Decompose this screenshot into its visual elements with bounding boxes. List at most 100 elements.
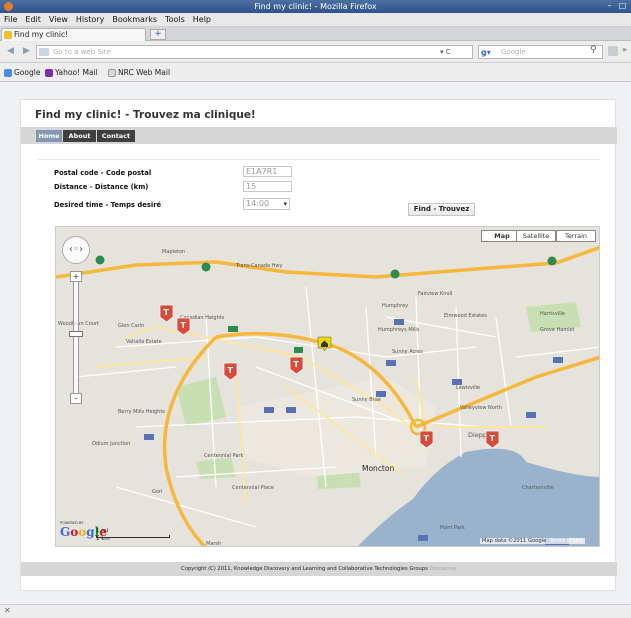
map-label-grove-hamlet: Grove Hamlet — [540, 327, 575, 333]
pan-control[interactable]: ‹◦› — [62, 236, 90, 264]
map-label-point-park: Point Park — [440, 525, 465, 531]
bookmark-google[interactable]: Google — [4, 67, 40, 78]
map-widget[interactable]: Mapleton Trans-Canada Hwy Fairview Knoll… — [55, 226, 600, 547]
new-tab-button[interactable]: + — [150, 29, 166, 40]
yahoo-bookmark-icon — [45, 69, 53, 77]
svg-text:T: T — [424, 434, 430, 443]
desired-time-select[interactable]: 14:00 ▾ — [243, 198, 290, 210]
map-label-vahalla: Vahalla Estate — [126, 339, 162, 345]
google-search-icon[interactable]: g▾ — [481, 47, 491, 59]
pan-arrows-icon[interactable]: ‹◦› — [69, 244, 83, 255]
menu-view[interactable]: View — [45, 13, 72, 27]
map-type-terrain-button[interactable]: Terrain — [556, 230, 596, 242]
clinic-marker: T — [485, 430, 500, 449]
bookmark-yahoo-mail[interactable]: Yahoo! Mail — [45, 67, 98, 78]
bookmark-label: NRC Web Mail — [118, 68, 171, 77]
menu-bookmarks[interactable]: Bookmarks — [108, 13, 161, 27]
search-placeholder: Google — [501, 48, 526, 56]
overflow-chevron-icon[interactable]: » — [622, 45, 627, 54]
svg-text:T: T — [164, 308, 170, 317]
map-label-odium: Odium Junction — [92, 441, 130, 447]
desired-time-label: Desired time - Temps desiré — [54, 201, 162, 209]
map-type-satellite-button[interactable]: Satellite — [516, 230, 556, 242]
map-label-valleyview: Valleyview North — [460, 405, 502, 411]
map-label-sunny-acres: Sunny Acres — [392, 349, 423, 355]
reload-icon[interactable]: ▾ C — [440, 45, 451, 59]
google-bookmark-icon — [4, 69, 12, 77]
bookmark-label: Google — [14, 68, 41, 77]
page-viewport: Find my clinic! - Trouvez ma clinique! H… — [0, 82, 631, 604]
scale-miles: 1 mi — [96, 528, 109, 534]
search-form: Postal code - Code postal E1A7R1 Distanc… — [38, 159, 600, 216]
page-bookmark-icon — [108, 69, 116, 77]
distance-label: Distance - Distance (km) — [54, 183, 149, 191]
zoom-slider-thumb[interactable] — [69, 331, 83, 337]
distance-input[interactable]: 15 — [243, 181, 292, 192]
menu-help[interactable]: Help — [189, 13, 215, 27]
map-label-mapleton: Mapleton — [162, 249, 185, 255]
dropdown-arrow-icon: ▾ — [283, 200, 287, 208]
forward-arrow-icon[interactable]: ▶ — [20, 45, 33, 58]
site-identity-icon[interactable] — [39, 48, 49, 56]
bookmark-label: Yahoo! Mail — [55, 68, 98, 77]
maximize-icon[interactable]: □ — [617, 1, 628, 11]
back-arrow-icon[interactable]: ◀ — [4, 45, 17, 58]
tab-label: Find my clinic! — [14, 30, 69, 39]
nav-contact-button[interactable]: Contact — [97, 130, 135, 142]
home-icon[interactable] — [608, 46, 618, 56]
menu-tools[interactable]: Tools — [161, 13, 189, 27]
terms-of-use-link[interactable]: Terms of Use — [548, 538, 583, 544]
map-label-humphrey: Humphrey — [382, 303, 408, 309]
svg-text:T: T — [490, 434, 496, 443]
desired-time-value: 14:00 — [246, 199, 270, 208]
clinic-marker: T — [223, 362, 238, 381]
url-placeholder: Go to a web Site — [53, 48, 111, 56]
scale-bar — [96, 535, 170, 538]
firefox-icon — [4, 2, 13, 11]
map-label-harrisville: Harrisville — [540, 311, 565, 317]
url-bar[interactable]: Go to a web Site — [36, 45, 473, 59]
minimize-icon[interactable]: – — [604, 1, 615, 11]
window-titlebar: Find my clinic! - Mozilla Firefox – □ — [0, 0, 631, 13]
map-label-centennial-park: Centennial Park — [204, 453, 243, 459]
menu-edit[interactable]: Edit — [21, 13, 45, 27]
map-label-marsh: Marsh — [206, 541, 221, 547]
window-title: Find my clinic! - Mozilla Firefox — [254, 2, 377, 11]
page-title: Find my clinic! - Trouvez ma clinique! — [35, 109, 256, 121]
status-bar: ✕ — [0, 604, 631, 618]
map-label-berry-mills: Berry Mills Heights — [118, 409, 165, 415]
zoom-in-button[interactable]: + — [70, 271, 82, 282]
map-label-trans-canada: Trans-Canada Hwy — [235, 263, 282, 269]
map-label-sunny-brae: Sunny Brae — [352, 397, 381, 403]
tab-find-my-clinic[interactable]: Find my clinic! — [1, 28, 146, 41]
bookmark-nrc-web-mail[interactable]: NRC Web Mail — [108, 67, 170, 78]
map-label-centennial-place: Centennial Place — [232, 485, 274, 491]
search-bar[interactable]: g▾ Google — [478, 45, 603, 59]
map-label-fairview: Fairview Knoll — [418, 291, 452, 297]
menu-file[interactable]: File — [0, 13, 21, 27]
park-area — [176, 377, 226, 427]
find-button[interactable]: Find - Trouvez — [408, 203, 475, 216]
clinic-marker: T — [159, 304, 174, 323]
site-container: Find my clinic! - Trouvez ma clinique! H… — [20, 99, 617, 591]
map-label-gorl: Gorl — [152, 489, 162, 495]
postal-code-input[interactable]: E1A7R1 — [243, 166, 292, 177]
map-label-glen-carin: Glen Carin — [118, 323, 144, 329]
menu-history[interactable]: History — [72, 13, 108, 27]
navigation-toolbar: ◀ ▶ Go to a web Site ▾ C g▾ Google ⚲ » — [0, 41, 631, 63]
close-findbar-icon[interactable]: ✕ — [4, 606, 11, 615]
svg-text:T: T — [228, 366, 234, 375]
disclaimer-text[interactable]: Disclaimer — [429, 566, 456, 572]
site-nav: Home About Contact — [21, 127, 617, 144]
map-label-elmwood: Elmwood Estates — [444, 313, 487, 319]
zoom-out-button[interactable]: – — [70, 393, 82, 404]
favicon-icon — [4, 31, 12, 39]
urban-area — [236, 377, 436, 477]
search-magnifier-icon[interactable]: ⚲ — [590, 45, 597, 55]
nav-home-button[interactable]: Home — [36, 130, 62, 142]
nav-about-button[interactable]: About — [63, 130, 96, 142]
map-attribution: Map data ©2011 Google Terms of Use — [480, 538, 586, 544]
map-canvas[interactable]: Mapleton Trans-Canada Hwy Fairview Knoll… — [56, 227, 600, 547]
map-attribution-text: Map data ©2011 Google — [482, 538, 547, 544]
svg-text:T: T — [181, 321, 187, 330]
